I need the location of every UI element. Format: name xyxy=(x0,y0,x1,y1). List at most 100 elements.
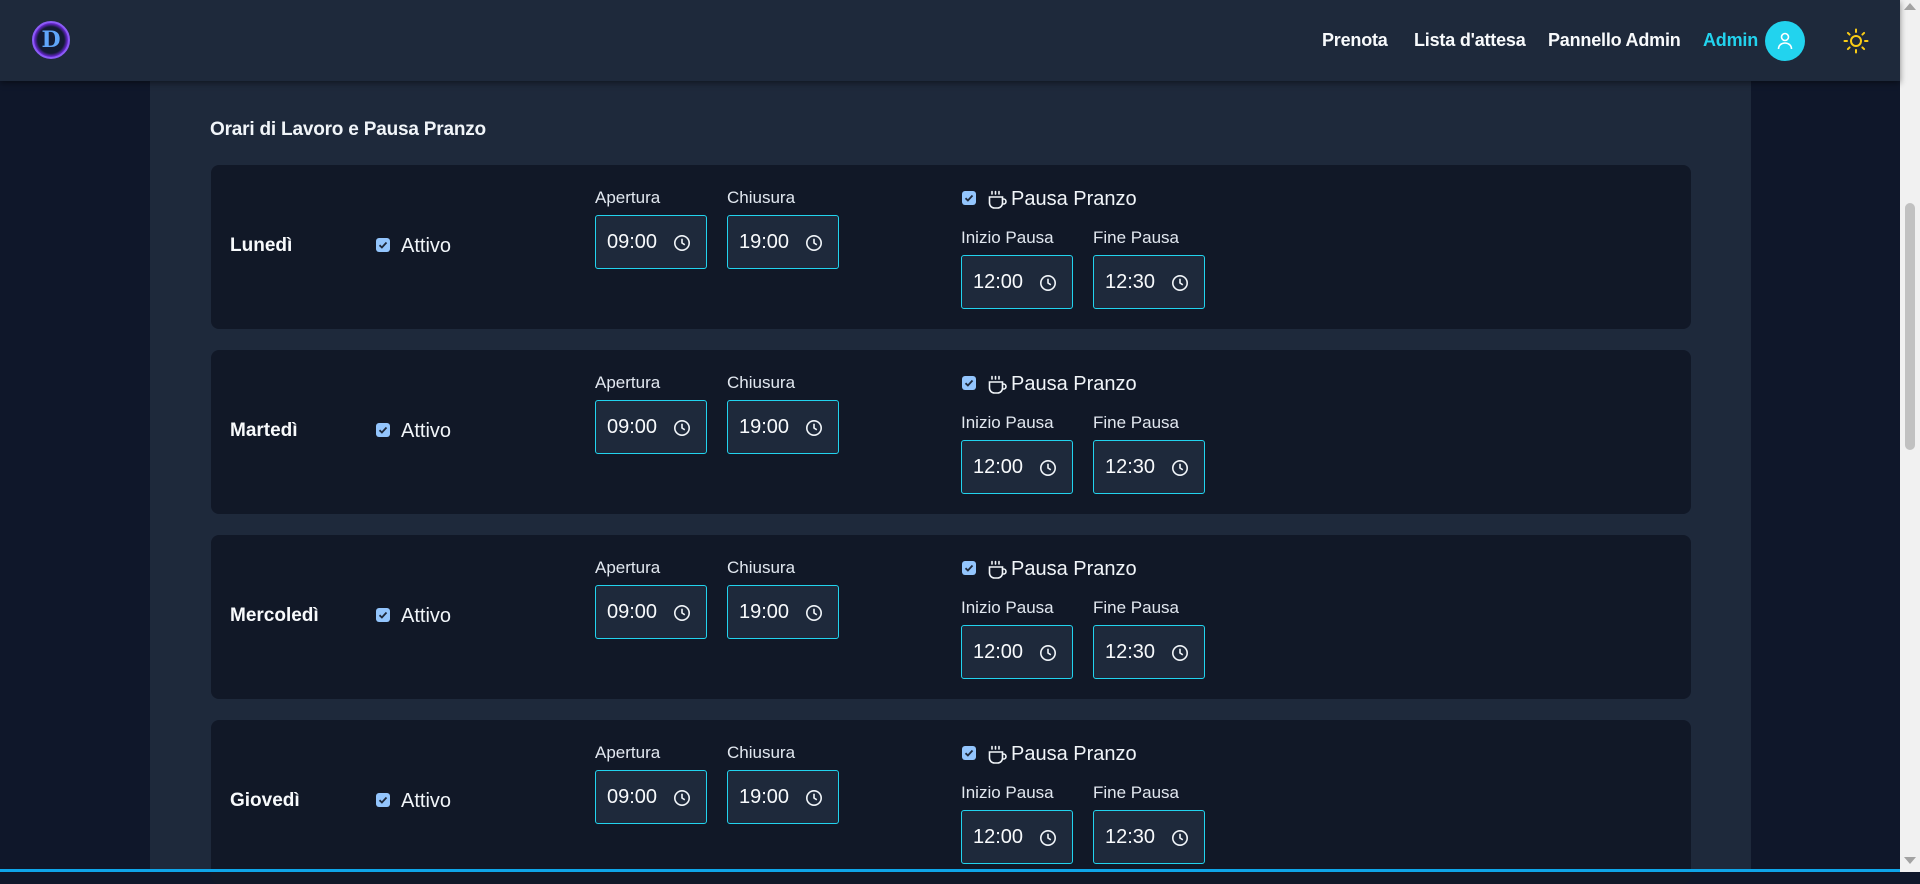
close-time-input[interactable]: 19:00 xyxy=(727,770,839,824)
check-icon xyxy=(964,749,974,757)
break-end-value: 12:30 xyxy=(1105,826,1156,848)
open-label: Apertura xyxy=(595,373,661,392)
clock-icon[interactable] xyxy=(805,419,823,437)
clock-icon[interactable] xyxy=(1171,274,1189,292)
open-time-value: 09:00 xyxy=(607,231,658,253)
check-icon xyxy=(964,379,974,387)
top-navbar: D Prenota Lista d'attesa Pannello Admin … xyxy=(0,0,1900,81)
break-end-label: Fine Pausa xyxy=(1093,598,1179,617)
open-label: Apertura xyxy=(595,743,661,762)
lunch-label: Pausa Pranzo xyxy=(1011,373,1137,395)
close-label: Chiusura xyxy=(727,373,796,392)
close-time-input[interactable]: 19:00 xyxy=(727,585,839,639)
day-card: Martedì Attivo Apertura 09:00 Chiusura 1… xyxy=(211,350,1691,514)
clock-icon[interactable] xyxy=(1039,459,1057,477)
scroll-down-arrow-icon[interactable] xyxy=(1904,857,1916,864)
clock-icon[interactable] xyxy=(1171,829,1189,847)
break-end-value: 12:30 xyxy=(1105,641,1156,663)
close-label: Chiusura xyxy=(727,188,796,207)
clock-icon[interactable] xyxy=(673,789,691,807)
scroll-up-arrow-icon[interactable] xyxy=(1904,3,1916,10)
check-icon xyxy=(378,426,388,434)
app-logo[interactable]: D xyxy=(32,21,70,59)
active-label: Attivo xyxy=(401,420,452,442)
nav-link-admin-panel[interactable]: Pannello Admin xyxy=(1548,30,1681,51)
day-card: Mercoledì Attivo Apertura 09:00 Chiusura… xyxy=(211,535,1691,699)
break-end-label: Fine Pausa xyxy=(1093,783,1179,802)
open-time-value: 09:00 xyxy=(607,416,658,438)
user-icon xyxy=(1777,32,1793,50)
clock-icon[interactable] xyxy=(1039,829,1057,847)
day-name: Mercoledì xyxy=(230,605,319,626)
clock-icon[interactable] xyxy=(805,234,823,252)
open-time-input[interactable]: 09:00 xyxy=(595,770,707,824)
check-icon xyxy=(378,611,388,619)
open-label: Apertura xyxy=(595,558,661,577)
lunch-checkbox[interactable] xyxy=(962,376,976,390)
clock-icon[interactable] xyxy=(1171,459,1189,477)
break-start-value: 12:00 xyxy=(973,641,1024,663)
clock-icon[interactable] xyxy=(1039,644,1057,662)
coffee-cup-icon xyxy=(988,745,1007,764)
lunch-checkbox[interactable] xyxy=(962,561,976,575)
user-menu-label[interactable]: Admin xyxy=(1703,30,1758,51)
open-time-input[interactable]: 09:00 xyxy=(595,400,707,454)
break-end-time-input[interactable]: 12:30 xyxy=(1093,810,1205,864)
break-end-label: Fine Pausa xyxy=(1093,413,1179,432)
break-end-value: 12:30 xyxy=(1105,456,1156,478)
clock-icon[interactable] xyxy=(673,419,691,437)
nav-link-prenota[interactable]: Prenota xyxy=(1322,30,1388,51)
active-checkbox[interactable] xyxy=(376,608,390,622)
active-checkbox[interactable] xyxy=(376,423,390,437)
nav-link-waitlist[interactable]: Lista d'attesa xyxy=(1414,30,1526,51)
clock-icon[interactable] xyxy=(673,604,691,622)
clock-icon[interactable] xyxy=(673,234,691,252)
break-start-value: 12:00 xyxy=(973,271,1024,293)
open-time-input[interactable]: 09:00 xyxy=(595,585,707,639)
sun-icon[interactable] xyxy=(1843,28,1869,54)
close-label: Chiusura xyxy=(727,558,796,577)
active-checkbox[interactable] xyxy=(376,793,390,807)
break-end-label: Fine Pausa xyxy=(1093,228,1179,247)
open-time-input[interactable]: 09:00 xyxy=(595,215,707,269)
break-start-time-input[interactable]: 12:00 xyxy=(961,255,1073,309)
day-card: Giovedì Attivo Apertura 09:00 Chiusura 1… xyxy=(211,720,1691,884)
lunch-label: Pausa Pranzo xyxy=(1011,743,1137,765)
open-time-value: 09:00 xyxy=(607,601,658,623)
check-icon xyxy=(378,796,388,804)
open-time-value: 09:00 xyxy=(607,786,658,808)
close-time-value: 19:00 xyxy=(739,416,790,438)
clock-icon[interactable] xyxy=(805,604,823,622)
break-start-value: 12:00 xyxy=(973,456,1024,478)
avatar[interactable] xyxy=(1765,21,1805,61)
clock-icon[interactable] xyxy=(1171,644,1189,662)
coffee-cup-icon xyxy=(988,190,1007,209)
close-label: Chiusura xyxy=(727,743,796,762)
break-end-time-input[interactable]: 12:30 xyxy=(1093,440,1205,494)
break-start-label: Inizio Pausa xyxy=(961,783,1054,802)
close-time-value: 19:00 xyxy=(739,786,790,808)
clock-icon[interactable] xyxy=(1039,274,1057,292)
check-icon xyxy=(964,194,974,202)
close-time-value: 19:00 xyxy=(739,601,790,623)
close-time-input[interactable]: 19:00 xyxy=(727,400,839,454)
lunch-checkbox[interactable] xyxy=(962,746,976,760)
break-end-time-input[interactable]: 12:30 xyxy=(1093,255,1205,309)
day-name: Lunedì xyxy=(230,235,293,256)
lunch-checkbox[interactable] xyxy=(962,191,976,205)
coffee-cup-icon xyxy=(988,560,1007,579)
break-start-time-input[interactable]: 12:00 xyxy=(961,440,1073,494)
logo-letter: D xyxy=(41,27,61,53)
check-icon xyxy=(378,241,388,249)
active-checkbox[interactable] xyxy=(376,238,390,252)
close-time-input[interactable]: 19:00 xyxy=(727,215,839,269)
break-start-value: 12:00 xyxy=(973,826,1024,848)
day-name: Martedì xyxy=(230,420,298,441)
scrollbar-thumb[interactable] xyxy=(1905,203,1915,450)
break-end-time-input[interactable]: 12:30 xyxy=(1093,625,1205,679)
clock-icon[interactable] xyxy=(805,789,823,807)
break-start-time-input[interactable]: 12:00 xyxy=(961,810,1073,864)
day-name: Giovedì xyxy=(230,790,300,811)
lunch-label: Pausa Pranzo xyxy=(1011,558,1137,580)
break-start-time-input[interactable]: 12:00 xyxy=(961,625,1073,679)
